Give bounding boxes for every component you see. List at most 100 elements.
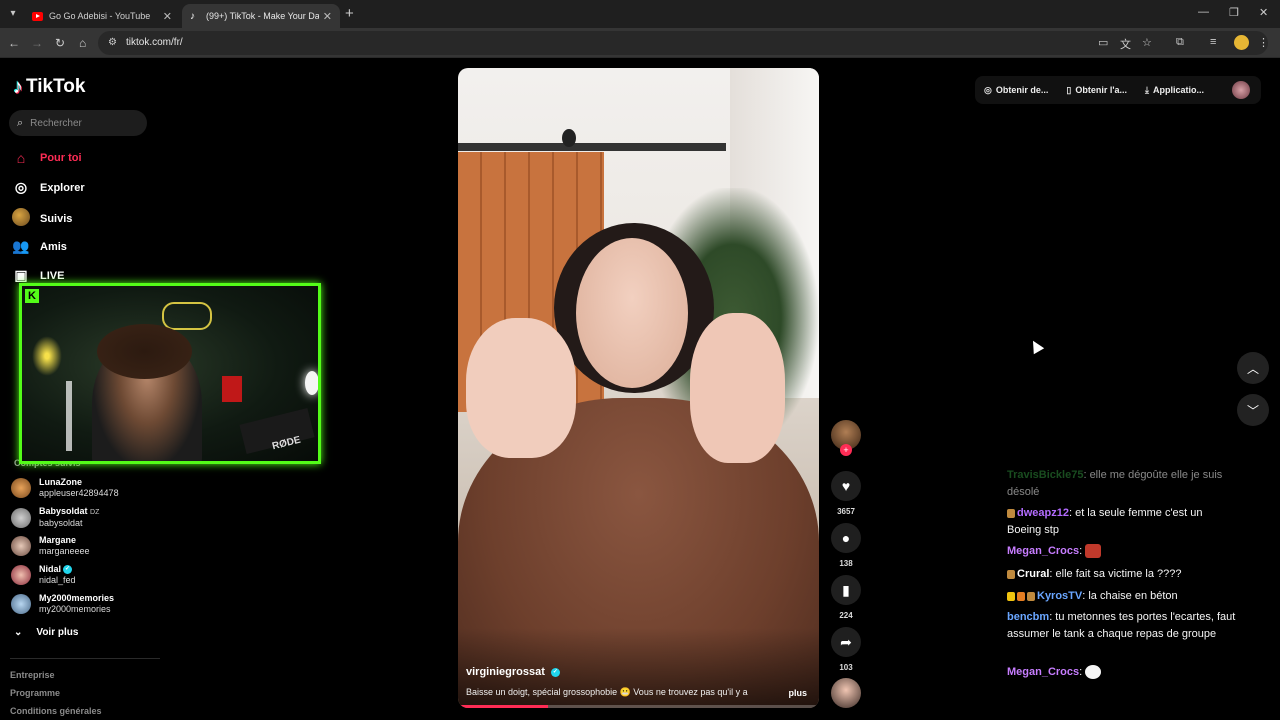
chat-user: KyrosTV bbox=[1037, 590, 1083, 602]
tab-youtube[interactable]: Go Go Adebisi - YouTube ✕ bbox=[24, 4, 180, 28]
desktop-app-button[interactable]: ⤓ Applicatio... bbox=[1136, 85, 1213, 96]
chevron-down-icon: ⌄ bbox=[14, 627, 23, 638]
close-tab-icon[interactable]: ✕ bbox=[163, 10, 172, 23]
friends-icon: 👥 bbox=[12, 238, 30, 254]
lamp bbox=[305, 371, 318, 395]
following-account[interactable]: LunaZone appleuser42894478 bbox=[11, 477, 119, 499]
avatar bbox=[11, 478, 31, 498]
follow-plus-icon[interactable]: + bbox=[840, 444, 852, 456]
account-name: Nidal bbox=[39, 564, 62, 574]
account-handle: marganeeee bbox=[39, 546, 90, 556]
nav-label: Amis bbox=[40, 240, 67, 253]
minimize-icon[interactable]: — bbox=[1198, 6, 1209, 18]
cast-icon[interactable]: ▭ bbox=[1098, 36, 1108, 49]
following-account[interactable]: My2000memories my2000memories bbox=[11, 593, 114, 615]
verified-icon: ✓ bbox=[550, 667, 560, 677]
badge-icon bbox=[1007, 591, 1015, 601]
footer-link-company[interactable]: Entreprise bbox=[10, 670, 55, 680]
new-tab-icon[interactable]: + bbox=[345, 6, 354, 21]
following-account[interactable]: Babysoldat DZ babysoldat bbox=[11, 506, 99, 529]
compass-icon: ◎ bbox=[14, 179, 28, 195]
footer-link-program[interactable]: Programme bbox=[10, 688, 60, 698]
share-icon: ➦ bbox=[831, 627, 861, 657]
comment-button[interactable]: ● 138 bbox=[830, 523, 862, 568]
search-input[interactable]: ⌕ Rechercher bbox=[9, 110, 147, 136]
get-coins-button[interactable]: ◎ Obtenir de... bbox=[975, 85, 1057, 96]
home-icon[interactable]: ⌂ bbox=[79, 36, 86, 50]
profile-avatar-icon[interactable] bbox=[1234, 35, 1249, 50]
chevron-down-icon: ﹀ bbox=[1246, 403, 1259, 418]
next-video-button[interactable]: ﹀ bbox=[1237, 394, 1269, 426]
nav-item-friends[interactable]: 👥 Amis bbox=[12, 238, 67, 255]
download-icon: ⤓ bbox=[1144, 84, 1149, 95]
tiktok-logo[interactable]: ♪ TikTok bbox=[13, 76, 85, 98]
account-name: Babysoldat bbox=[39, 506, 88, 516]
creator-face bbox=[576, 238, 688, 388]
search-placeholder: Rechercher bbox=[30, 117, 82, 129]
chat-user: TravisBickle75 bbox=[1007, 469, 1084, 481]
emote-icon bbox=[1085, 665, 1102, 680]
bookmark-icon: ▮ bbox=[831, 575, 861, 605]
chat-message: TravisBickle75: elle me dégoûte elle je … bbox=[1007, 467, 1237, 501]
close-tab-icon[interactable]: ✕ bbox=[323, 10, 332, 23]
chat-user: bencbm bbox=[1007, 611, 1050, 623]
coin-icon: ◎ bbox=[984, 84, 992, 95]
like-button[interactable]: ♥ 3657 bbox=[830, 471, 862, 516]
chat-message: Megan_Crocs: bbox=[1007, 664, 1237, 681]
footer-link-terms[interactable]: Conditions générales bbox=[10, 706, 102, 716]
close-window-icon[interactable]: ✕ bbox=[1259, 6, 1268, 19]
heart-icon: ♥ bbox=[831, 471, 861, 501]
nav-item-explore[interactable]: ◎ Explorer bbox=[12, 179, 85, 196]
avatar bbox=[11, 536, 31, 556]
nav-item-live[interactable]: ▣ LIVE bbox=[12, 267, 64, 284]
site-info-icon[interactable]: ⚙ bbox=[108, 37, 117, 48]
avatar bbox=[11, 565, 31, 585]
background-object bbox=[222, 376, 242, 402]
see-more-button[interactable]: ⌄ Voir plus bbox=[14, 627, 78, 638]
music-disc[interactable] bbox=[831, 678, 861, 708]
kick-logo-icon: K bbox=[25, 289, 39, 303]
forward-icon[interactable]: → bbox=[31, 36, 43, 50]
mouse-cursor-icon bbox=[1027, 337, 1045, 355]
video-progress-bar[interactable] bbox=[458, 705, 819, 708]
extensions-icon[interactable]: ⧉ bbox=[1176, 36, 1184, 49]
tab-tiktok[interactable]: ♪ (99+) TikTok - Make Your Day ✕ bbox=[182, 4, 340, 28]
translate-icon[interactable]: 文 bbox=[1120, 36, 1131, 52]
home-icon: ⌂ bbox=[16, 150, 26, 166]
caption-more-button[interactable]: plus bbox=[788, 688, 807, 698]
account-name: Margane bbox=[39, 535, 77, 545]
get-app-button[interactable]: ▯ Obtenir l'a... bbox=[1057, 85, 1136, 96]
screen: { "browser": { "tabs": [ {"title": "Go G… bbox=[0, 0, 1280, 720]
neon-light bbox=[32, 336, 62, 376]
chat-message: Crural: elle fait sa victime la ???? bbox=[1007, 566, 1237, 583]
media-icon[interactable]: ≡ bbox=[1210, 36, 1216, 48]
comment-icon: ● bbox=[831, 523, 861, 553]
creator-avatar[interactable]: + bbox=[831, 420, 861, 456]
user-avatar[interactable] bbox=[1232, 81, 1250, 99]
following-account[interactable]: Nidal ✓ nidal_fed bbox=[11, 564, 76, 586]
menu-icon[interactable]: ⋮ bbox=[1258, 36, 1269, 49]
following-account[interactable]: Margane marganeeee bbox=[11, 535, 90, 557]
top-actions: ◎ Obtenir de... ▯ Obtenir l'a... ⤓ Applicat… bbox=[975, 76, 1261, 104]
reload-icon[interactable]: ↻ bbox=[55, 36, 65, 50]
restore-icon[interactable]: ❐ bbox=[1229, 6, 1239, 19]
nav-label: Explorer bbox=[40, 181, 85, 194]
nav-item-for-you[interactable]: ⌂ Pour toi bbox=[12, 150, 82, 166]
chat-message: Megan_Crocs: bbox=[1007, 543, 1237, 560]
back-icon[interactable]: ← bbox=[8, 36, 20, 50]
previous-video-button[interactable]: ︿ bbox=[1237, 352, 1269, 384]
bookmark-button[interactable]: ▮ 224 bbox=[830, 575, 862, 620]
address-bar[interactable]: ⚙ tiktok.com/fr/ bbox=[98, 31, 1268, 55]
button-label: Applicatio... bbox=[1152, 85, 1204, 95]
badge-icon bbox=[1007, 508, 1015, 518]
nav-item-following[interactable]: Suivis bbox=[12, 208, 72, 229]
video-player[interactable]: virginiegrossat ✓ Baisse un doigt, spéci… bbox=[458, 68, 819, 708]
button-label: Obtenir de... bbox=[995, 85, 1049, 95]
tab-search-icon[interactable]: ▾ bbox=[5, 6, 21, 22]
bookmark-star-icon[interactable]: ☆ bbox=[1142, 36, 1152, 49]
video-caption: Baisse un doigt, spécial grossophobie 😬 … bbox=[466, 687, 748, 697]
video-author[interactable]: virginiegrossat ✓ bbox=[466, 666, 560, 678]
share-button[interactable]: ➦ 103 bbox=[830, 627, 862, 672]
account-name: My2000memories bbox=[39, 593, 115, 603]
light-tube bbox=[66, 381, 72, 451]
